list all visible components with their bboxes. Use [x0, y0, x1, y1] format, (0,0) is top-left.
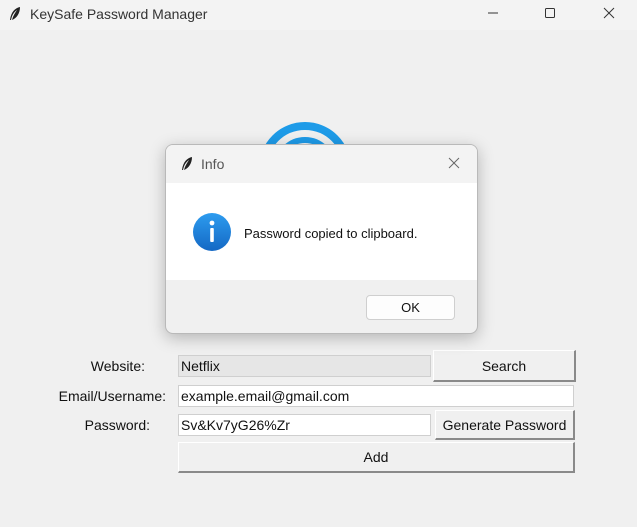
generate-password-button[interactable]: Generate Password	[435, 410, 575, 440]
ok-button[interactable]: OK	[366, 295, 455, 320]
info-dialog: Info Password copied to clipboard. OK	[165, 144, 478, 334]
main-window: KeySafe Password Manager Website: Netfli…	[0, 0, 637, 527]
title-bar: KeySafe Password Manager	[0, 0, 637, 30]
close-button[interactable]	[586, 0, 632, 30]
email-label: Email/Username:	[58, 388, 166, 404]
dialog-title: Info	[201, 156, 225, 172]
close-icon	[603, 6, 615, 24]
feather-icon	[8, 6, 22, 22]
email-input[interactable]: example.email@gmail.com	[178, 385, 574, 407]
maximize-icon	[544, 6, 556, 24]
password-input[interactable]: Sv&Kv7yG26%Zr	[178, 414, 431, 436]
maximize-button[interactable]	[527, 0, 573, 30]
dialog-title-bar: Info	[166, 145, 477, 183]
feather-icon	[180, 156, 194, 172]
minimize-icon	[487, 6, 499, 24]
website-label: Website:	[90, 358, 145, 374]
window-title: KeySafe Password Manager	[30, 6, 208, 22]
info-icon	[192, 212, 232, 252]
dialog-close-button[interactable]	[442, 153, 466, 177]
minimize-button[interactable]	[470, 0, 516, 30]
dialog-message: Password copied to clipboard.	[244, 226, 418, 241]
password-label: Password:	[84, 417, 150, 433]
add-button[interactable]: Add	[178, 442, 575, 473]
dialog-body: Password copied to clipboard.	[166, 183, 477, 280]
website-input[interactable]: Netflix	[178, 355, 431, 377]
search-button[interactable]: Search	[433, 350, 576, 382]
close-icon	[448, 156, 460, 174]
